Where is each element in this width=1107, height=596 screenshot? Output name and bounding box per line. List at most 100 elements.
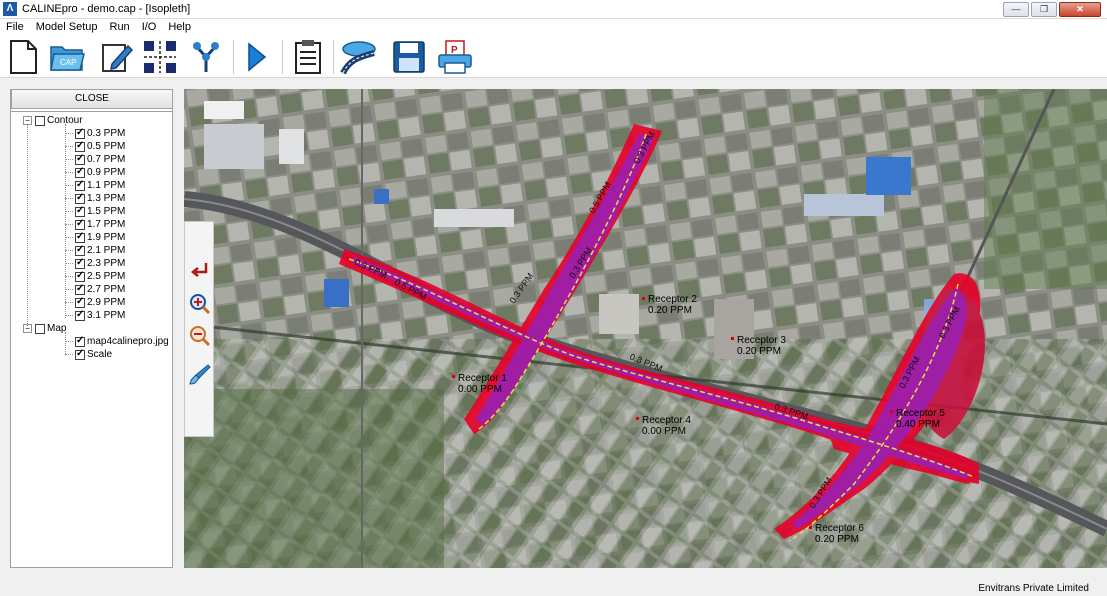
layer-label: 2.3 PPM	[87, 258, 126, 269]
tree-item-map-layer[interactable]: Scale	[75, 348, 112, 361]
menu-io[interactable]: I/O	[136, 21, 163, 33]
layer-checkbox[interactable]	[75, 166, 85, 178]
tree-node-contour[interactable]: − Contour	[23, 114, 83, 127]
new-file-button[interactable]	[4, 38, 42, 76]
open-file-button[interactable]: CAP	[48, 38, 86, 76]
back-button[interactable]	[188, 258, 212, 282]
layer-checkbox[interactable]	[75, 309, 85, 321]
tree-item-contour-level[interactable]: 0.9 PPM	[75, 166, 125, 179]
receptor-label: Receptor 2 0.20 PPM	[648, 294, 697, 316]
layer-checkbox[interactable]	[75, 231, 85, 243]
layer-checkbox[interactable]	[35, 323, 45, 334]
minimize-button[interactable]: —	[1003, 2, 1029, 17]
toolbar-separator	[233, 40, 234, 74]
open-cap-icon: CAP	[50, 46, 85, 71]
tree-item-contour-level[interactable]: 0.7 PPM	[75, 153, 125, 166]
layer-checkbox[interactable]	[75, 244, 85, 256]
receptor-tree-button[interactable]	[187, 38, 225, 76]
zoom-in-button[interactable]	[188, 292, 212, 316]
title-bar: Λ CALINEpro - demo.cap - [Isopleth] — ❐ …	[0, 0, 1107, 19]
layer-checkbox[interactable]	[75, 153, 85, 165]
print-pdf-icon: P	[438, 40, 472, 74]
layer-checkbox[interactable]	[75, 296, 85, 308]
svg-text:CAP: CAP	[60, 58, 76, 67]
map-tool-strip	[184, 221, 214, 437]
tree-item-contour-level[interactable]: 2.1 PPM	[75, 244, 125, 257]
tree-item-contour-level[interactable]: 3.1 PPM	[75, 309, 125, 322]
tree-item-contour-level[interactable]: 2.9 PPM	[75, 296, 125, 309]
brush-tool-button[interactable]	[188, 362, 212, 386]
layer-checkbox[interactable]	[75, 127, 85, 139]
menu-model-setup[interactable]: Model Setup	[30, 21, 104, 33]
layer-label: 2.1 PPM	[87, 245, 126, 256]
receptor-marker[interactable]	[452, 375, 455, 378]
tree-item-contour-level[interactable]: 1.5 PPM	[75, 205, 125, 218]
receptor-marker[interactable]	[809, 526, 812, 529]
edit-button[interactable]	[98, 38, 136, 76]
restore-button[interactable]: ❐	[1031, 2, 1057, 17]
tree-item-contour-level[interactable]: 1.7 PPM	[75, 218, 125, 231]
layer-tree: −Contour 0.3 PPM 0.5 PPM 0.7 PPM 0.9 PPM 1.1 …	[10, 111, 173, 568]
layer-checkbox[interactable]	[75, 270, 85, 282]
receptor-marker[interactable]	[636, 417, 639, 420]
run-play-icon	[248, 42, 267, 72]
menu-bar: File Model Setup Run I/O Help	[0, 19, 1107, 35]
menu-run[interactable]: Run	[104, 21, 136, 33]
tree-node-map[interactable]: − Map	[23, 322, 66, 335]
receptor-marker[interactable]	[642, 297, 645, 300]
layer-label: 0.9 PPM	[87, 167, 126, 178]
print-pdf-button[interactable]: P	[436, 38, 474, 76]
run-button[interactable]	[238, 38, 276, 76]
satellite-map-image: 0.3 PPM 0.5 PPM 0.3 PPM 0.3 PPM 0.5 PPM …	[184, 89, 1107, 568]
layer-checkbox[interactable]	[75, 283, 85, 295]
zoom-out-button[interactable]	[188, 324, 212, 348]
map-road-button[interactable]	[340, 38, 378, 76]
tree-connector	[65, 211, 73, 212]
receptor-marker[interactable]	[890, 410, 893, 413]
tree-item-map-layer[interactable]: map4calinepro.jpg	[75, 335, 169, 348]
layer-label: Map	[47, 323, 67, 334]
company-name: Envitrans Private Limited	[978, 583, 1089, 594]
zoom-in-icon	[190, 294, 211, 315]
road-grid-button[interactable]	[141, 38, 179, 76]
layer-checkbox[interactable]	[75, 192, 85, 204]
layer-checkbox[interactable]	[75, 348, 85, 360]
tree-item-contour-level[interactable]: 2.7 PPM	[75, 283, 125, 296]
tree-connector	[65, 332, 66, 354]
save-button[interactable]	[390, 38, 428, 76]
close-panel-button[interactable]: CLOSE	[11, 89, 173, 109]
layer-label: map4calinepro.jpg	[87, 336, 169, 347]
tree-item-contour-level[interactable]: 2.5 PPM	[75, 270, 125, 283]
layer-label: 0.5 PPM	[87, 141, 126, 152]
layer-checkbox[interactable]	[75, 205, 85, 217]
layer-checkbox[interactable]	[35, 115, 45, 126]
menu-help[interactable]: Help	[162, 21, 197, 33]
layer-checkbox[interactable]	[75, 257, 85, 269]
return-arrow-icon	[190, 263, 208, 277]
map-view[interactable]: 0.3 PPM 0.5 PPM 0.3 PPM 0.3 PPM 0.5 PPM …	[184, 89, 1107, 568]
tree-item-contour-level[interactable]: 1.3 PPM	[75, 192, 125, 205]
receptor-marker[interactable]	[731, 337, 734, 340]
tree-connector	[65, 224, 73, 225]
tree-item-contour-level[interactable]: 1.9 PPM	[75, 231, 125, 244]
tree-item-contour-level[interactable]: 0.3 PPM	[75, 127, 125, 140]
layer-label: Scale	[87, 349, 113, 360]
tree-connector	[65, 237, 73, 238]
report-button[interactable]	[289, 38, 327, 76]
layer-checkbox[interactable]	[75, 218, 85, 230]
layer-checkbox[interactable]	[75, 179, 85, 191]
layer-checkbox[interactable]	[75, 140, 85, 152]
layer-label: 3.1 PPM	[87, 310, 126, 321]
tree-item-contour-level[interactable]: 0.5 PPM	[75, 140, 125, 153]
close-window-button[interactable]: ✕	[1059, 2, 1101, 17]
receptor-label: Receptor 6 0.20 PPM	[815, 523, 864, 545]
layer-checkbox[interactable]	[75, 335, 85, 347]
status-bar: Envitrans Private Limited	[0, 578, 1107, 596]
layer-label: 0.3 PPM	[87, 128, 126, 139]
menu-file[interactable]: File	[0, 21, 30, 33]
layer-label: 1.3 PPM	[87, 193, 126, 204]
tree-connector	[65, 315, 73, 316]
tree-item-contour-level[interactable]: 2.3 PPM	[75, 257, 125, 270]
tree-connector	[65, 198, 73, 199]
tree-item-contour-level[interactable]: 1.1 PPM	[75, 179, 125, 192]
